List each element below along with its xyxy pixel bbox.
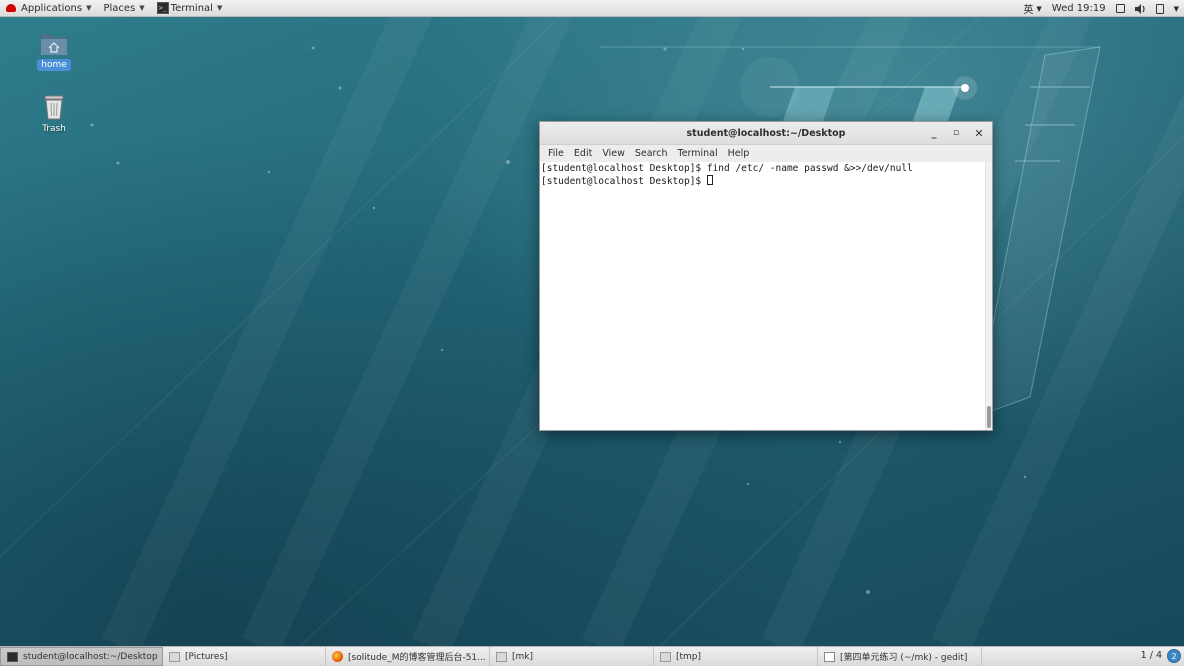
maximize-button[interactable]: ▫ — [946, 122, 966, 145]
terminal-prompt-line: [student@localhost Desktop]$ — [541, 174, 985, 188]
app-menu-label: Terminal — [170, 2, 213, 14]
folder-icon — [496, 651, 507, 662]
scrollbar-thumb[interactable] — [987, 406, 991, 428]
menu-file[interactable]: File — [543, 148, 569, 159]
taskbar-item-label: [Pictures] — [185, 651, 228, 662]
app-menu-terminal[interactable]: >_ Terminal ▼ — [151, 0, 229, 17]
terminal-icon: >_ — [156, 2, 169, 14]
taskbar-item-terminal[interactable]: student@localhost:~/Desktop — [0, 647, 163, 666]
terminal-output[interactable]: [student@localhost Desktop]$ find /etc/ … — [540, 162, 986, 430]
terminal-menubar: File Edit View Search Terminal Help — [540, 145, 992, 162]
terminal-icon — [7, 651, 18, 662]
applications-menu-label: Applications — [21, 2, 83, 14]
taskbar-item-label: [第四单元练习 (~/mk) - gedit] — [840, 653, 968, 663]
close-button[interactable]: ✕ — [969, 122, 989, 145]
menu-terminal[interactable]: Terminal — [673, 148, 723, 159]
system-menu-chevron-icon[interactable]: ▼ — [1174, 5, 1179, 13]
home-folder-icon — [41, 34, 67, 55]
menu-edit[interactable]: Edit — [569, 148, 597, 159]
system-tray: 英 ▼ Wed 19:19 ▼ — [1018, 0, 1184, 17]
menu-help[interactable]: Help — [723, 148, 755, 159]
firefox-icon — [332, 651, 343, 662]
taskbar-item-label: [solitude_M的博客管理后台-51... — [348, 653, 486, 663]
taskbar-item-pictures[interactable]: [Pictures] — [163, 647, 326, 666]
desktop-icon-label: Trash — [42, 124, 66, 134]
menu-search[interactable]: Search — [630, 148, 673, 159]
folder-icon — [660, 651, 671, 662]
taskbar-item-label: student@localhost:~/Desktop — [23, 651, 158, 662]
taskbar-item-label: [mk] — [512, 651, 534, 662]
terminal-prompt: [student@localhost Desktop]$ — [541, 175, 707, 187]
window-titlebar[interactable]: student@localhost:~/Desktop _ ▫ ✕ — [540, 122, 992, 145]
menu-view[interactable]: View — [597, 148, 630, 159]
top-panel: Applications ▼ Places ▼ >_ Terminal ▼ 英 … — [0, 0, 1184, 17]
volume-icon[interactable] — [1134, 3, 1146, 14]
desktop-icon-trash[interactable]: Trash — [24, 92, 84, 135]
text-cursor — [706, 174, 713, 185]
chevron-down-icon: ▼ — [139, 4, 145, 12]
chevron-down-icon: ▼ — [86, 4, 92, 12]
notification-badge[interactable]: 2 — [1167, 649, 1181, 663]
window-list-panel: student@localhost:~/Desktop [Pictures] [… — [0, 646, 1184, 666]
clock-label: Wed 19:19 — [1051, 3, 1106, 14]
taskbar-item-firefox[interactable]: [solitude_M的博客管理后台-51... — [326, 647, 490, 666]
terminal-window[interactable]: student@localhost:~/Desktop _ ▫ ✕ File E… — [539, 121, 993, 431]
places-menu-label: Places — [103, 2, 136, 14]
applications-menu[interactable]: Applications ▼ — [0, 0, 97, 17]
folder-icon — [169, 651, 180, 662]
desktop-icon-label: home — [37, 59, 71, 71]
clock[interactable]: Wed 19:19 — [1052, 3, 1106, 14]
terminal-scrollbar[interactable] — [985, 162, 992, 430]
input-method-label: 英 — [1023, 5, 1034, 16]
screen-icon[interactable] — [1115, 4, 1125, 13]
terminal-line: [student@localhost Desktop]$ find /etc/ … — [541, 163, 913, 174]
redhat-logo-icon — [6, 4, 16, 12]
taskbar-item-label: [tmp] — [676, 651, 702, 662]
taskbar-item-mk[interactable]: [mk] — [490, 647, 654, 666]
taskbar-item-gedit[interactable]: [第四单元练习 (~/mk) - gedit] — [818, 647, 982, 666]
input-method-indicator[interactable]: 英 ▼ — [1023, 1, 1042, 17]
places-menu[interactable]: Places ▼ — [97, 0, 150, 17]
workspace-indicator[interactable]: 1 / 4 — [1141, 650, 1162, 661]
minimize-button[interactable]: _ — [924, 122, 944, 145]
chevron-down-icon: ▼ — [216, 4, 223, 12]
chevron-down-icon: ▼ — [1036, 4, 1042, 13]
desktop-icon-home[interactable]: home — [24, 30, 84, 71]
battery-icon[interactable] — [1155, 3, 1164, 14]
window-title: student@localhost:~/Desktop — [686, 128, 846, 139]
gedit-icon — [824, 651, 835, 662]
trash-icon — [44, 95, 64, 120]
taskbar-item-tmp[interactable]: [tmp] — [654, 647, 818, 666]
